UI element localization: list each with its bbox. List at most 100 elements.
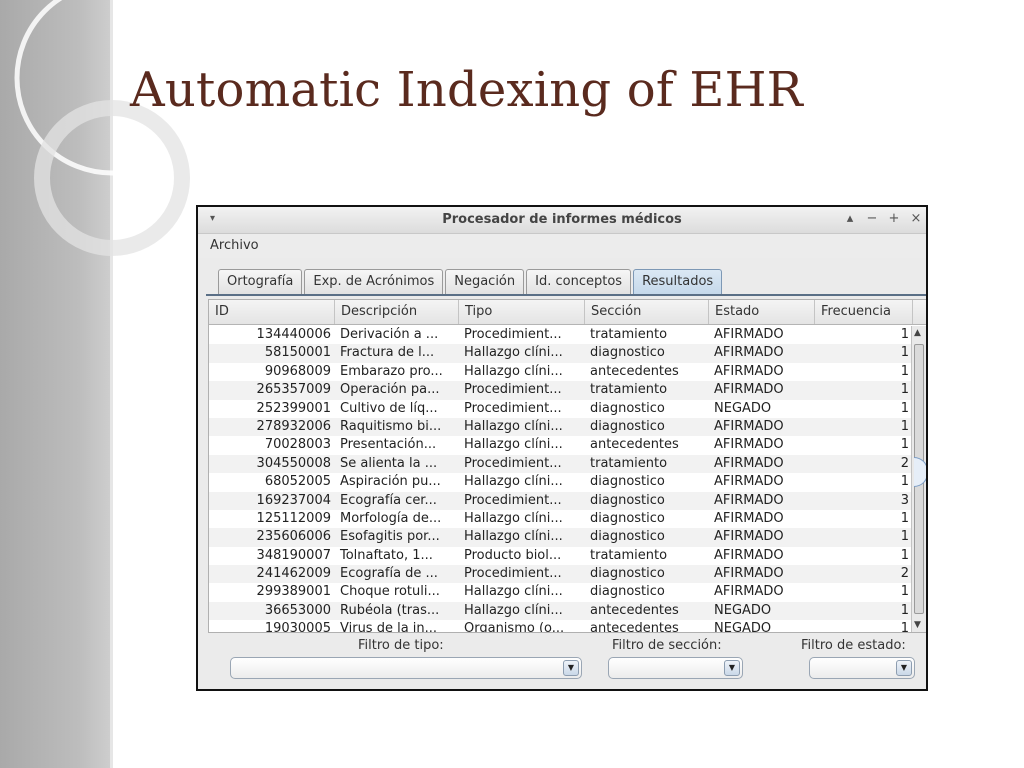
cell-seccion: diagnostico xyxy=(590,492,665,508)
cell-estado: AFIRMADO xyxy=(714,382,784,398)
column-header-estado[interactable]: Estado xyxy=(709,300,815,324)
cell-frecuencia: 1 xyxy=(900,529,909,545)
filter-seccion-label: Filtro de sección: xyxy=(612,638,722,653)
cell-estado: AFIRMADO xyxy=(714,474,784,490)
cell-tipo: Procedimient... xyxy=(464,327,562,342)
cell-id: 265357009 xyxy=(256,382,331,398)
table-row[interactable]: 125112009 Morfología de... Hallazgo clíni.… xyxy=(209,510,913,528)
cell-seccion: diagnostico xyxy=(590,345,665,361)
table-row[interactable]: 90968009 Embarazo pro... Hallazgo clíni...… xyxy=(209,363,913,381)
table-row[interactable]: 265357009 Operación pa... Procedimient... t… xyxy=(209,381,913,400)
filter-bar: Filtro de tipo: ▼ Filtro de sección: ▼ F… xyxy=(198,635,926,689)
cell-frecuencia: 3 xyxy=(900,492,909,508)
table-row[interactable]: 58150001 Fractura de l... Hallazgo clíni..… xyxy=(209,344,913,363)
table-row[interactable]: 252399001 Cultivo de líq... Procedimient..… xyxy=(209,400,913,418)
cell-descripcion: Embarazo pro... xyxy=(340,363,443,379)
cell-descripcion: Ecografía de ... xyxy=(340,566,438,582)
cell-seccion: diagnostico xyxy=(590,418,665,434)
table-row[interactable]: 241462009 Ecografía de ... Procedimient...… xyxy=(209,565,913,584)
column-header-id[interactable]: ID xyxy=(209,300,335,324)
cell-frecuencia: 1 xyxy=(900,400,909,416)
cell-frecuencia: 1 xyxy=(900,547,909,563)
column-header-seccion[interactable]: Sección xyxy=(585,300,709,324)
filter-seccion-select[interactable]: ▼ xyxy=(608,657,743,679)
column-header-frecuencia[interactable]: Frecuencia xyxy=(815,300,913,324)
cell-id: 19030005 xyxy=(264,621,331,633)
cell-descripcion: Cultivo de líq... xyxy=(340,400,438,416)
cell-id: 58150001 xyxy=(264,345,331,361)
cell-seccion: antecedentes xyxy=(590,437,679,453)
cell-seccion: diagnostico xyxy=(590,474,665,490)
cell-tipo: Organismo (o... xyxy=(464,621,565,633)
table-row[interactable]: 68052005 Aspiración pu... Hallazgo clíni..… xyxy=(209,473,913,491)
table-row[interactable]: 134440006 Derivación a ... Procedimient...… xyxy=(209,326,913,344)
close-icon[interactable]: × xyxy=(910,211,922,227)
table-row[interactable]: 70028003 Presentación... Hallazgo clíni...… xyxy=(209,436,913,454)
cell-seccion: diagnostico xyxy=(590,510,665,526)
table-row[interactable]: 19030005 Virus de la in... Organismo (o...… xyxy=(209,620,913,633)
cell-descripcion: Derivación a ... xyxy=(340,327,439,342)
cell-estado: AFIRMADO xyxy=(714,345,784,361)
cell-seccion: diagnostico xyxy=(590,566,665,582)
table-row[interactable]: 278932006 Raquitismo bi... Hallazgo clíni.… xyxy=(209,417,913,437)
filter-estado-select[interactable]: ▼ xyxy=(809,657,915,679)
scroll-up-icon[interactable]: ▲ xyxy=(914,328,921,338)
cell-id: 241462009 xyxy=(256,566,331,582)
cell-tipo: Hallazgo clíni... xyxy=(464,529,563,545)
cell-tipo: Procedimient... xyxy=(464,455,562,471)
table-row[interactable]: 169237004 Ecografía cer... Procedimient...… xyxy=(209,491,913,510)
cell-seccion: tratamiento xyxy=(590,327,668,342)
chevron-down-icon[interactable]: ▼ xyxy=(896,660,912,676)
cell-tipo: Hallazgo clíni... xyxy=(464,437,563,453)
tab-divider xyxy=(206,294,926,296)
column-header-tipo[interactable]: Tipo xyxy=(459,300,585,324)
cell-estado: AFIRMADO xyxy=(714,492,784,508)
filter-tipo-select[interactable]: ▼ xyxy=(230,657,582,679)
menu-archivo[interactable]: Archivo xyxy=(210,238,259,253)
tab-id-conceptos[interactable]: Id. conceptos xyxy=(526,269,632,294)
cell-frecuencia: 1 xyxy=(900,621,909,633)
cell-id: 278932006 xyxy=(256,418,331,434)
cell-estado: NEGADO xyxy=(714,602,772,618)
tab-resultados[interactable]: Resultados xyxy=(633,269,723,294)
cell-tipo: Procedimient... xyxy=(464,382,562,398)
table-body: 134440006 Derivación a ... Procedimient...… xyxy=(209,326,913,633)
cell-estado: AFIRMADO xyxy=(714,418,784,434)
column-header-descripcion[interactable]: Descripción xyxy=(335,300,459,324)
table-row[interactable]: 348190007 Tolnaftato, 1... Producto biol..… xyxy=(209,547,913,565)
table-row[interactable]: 299389001 Choque rotuli... Hallazgo clíni.… xyxy=(209,583,913,601)
cell-id: 169237004 xyxy=(256,492,331,508)
app-window: ▾ Procesador de informes médicos ▴ − + ×… xyxy=(196,205,928,691)
cell-seccion: tratamiento xyxy=(590,547,668,563)
cell-estado: AFIRMADO xyxy=(714,547,784,563)
scroll-down-icon[interactable]: ▼ xyxy=(914,620,921,630)
filter-tipo-label: Filtro de tipo: xyxy=(358,638,444,653)
cell-id: 348190007 xyxy=(256,547,331,563)
cell-estado: NEGADO xyxy=(714,621,772,633)
cell-estado: AFIRMADO xyxy=(714,566,784,582)
tab-ortografia[interactable]: Ortografía xyxy=(218,269,303,294)
minimize-icon[interactable]: − xyxy=(866,211,878,227)
table-row[interactable]: 304550008 Se alienta la ... Procedimient..… xyxy=(209,454,913,474)
cell-tipo: Hallazgo clíni... xyxy=(464,474,563,490)
tab-exp-acronimos[interactable]: Exp. de Acrónimos xyxy=(304,269,444,294)
tab-negacion[interactable]: Negación xyxy=(445,269,525,294)
cell-id: 68052005 xyxy=(264,474,331,490)
cell-id: 70028003 xyxy=(264,437,331,453)
chevron-down-icon[interactable]: ▼ xyxy=(563,660,579,676)
chevron-down-icon[interactable]: ▼ xyxy=(724,660,740,676)
cell-estado: NEGADO xyxy=(714,400,772,416)
cell-descripcion: Esofagitis por... xyxy=(340,529,440,545)
slide-title: Automatic Indexing of EHR xyxy=(130,62,803,118)
shade-icon[interactable]: ▴ xyxy=(844,211,856,227)
cell-tipo: Procedimient... xyxy=(464,492,562,508)
filter-estado-label: Filtro de estado: xyxy=(801,638,906,653)
window-title: Procesador de informes médicos xyxy=(442,212,682,227)
table-row[interactable]: 36653000 Rubéola (tras... Hallazgo clíni..… xyxy=(209,601,913,621)
cell-descripcion: Raquitismo bi... xyxy=(340,418,442,434)
results-table: ID Descripción Tipo Sección Estado Frecu… xyxy=(208,299,926,633)
table-row[interactable]: 235606006 Esofagitis por... Hallazgo clíni… xyxy=(209,528,913,547)
cell-seccion: tratamiento xyxy=(590,455,668,471)
maximize-icon[interactable]: + xyxy=(888,211,900,227)
window-titlebar[interactable]: ▾ Procesador de informes médicos ▴ − + × xyxy=(198,207,926,234)
